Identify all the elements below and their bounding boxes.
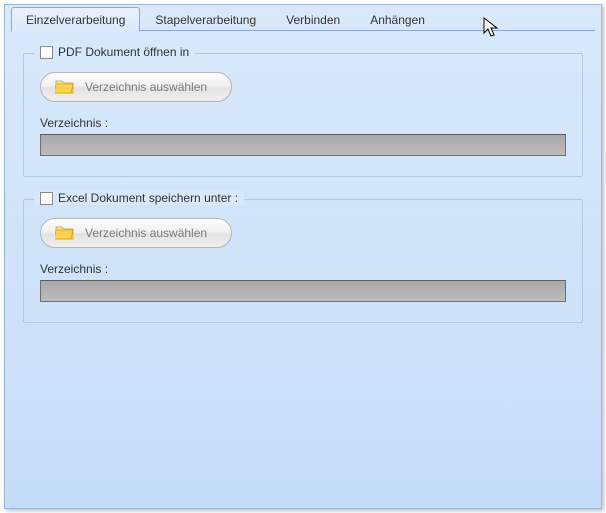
tab-single-processing[interactable]: Einzelverarbeitung: [11, 7, 140, 32]
pdf-dir-input[interactable]: [40, 134, 566, 156]
group-pdf-open-legend: PDF Dokument öffnen in: [34, 45, 195, 59]
main-panel: Einzelverarbeitung Stapelverarbeitung Ve…: [4, 4, 602, 509]
group-pdf-open-label: PDF Dokument öffnen in: [58, 45, 189, 59]
pdf-dir-label: Verzeichnis :: [40, 116, 566, 130]
group-excel-save-legend: Excel Dokument speichern unter :: [34, 191, 244, 205]
excel-dir-label: Verzeichnis :: [40, 262, 566, 276]
tab-bar: Einzelverarbeitung Stapelverarbeitung Ve…: [5, 5, 601, 31]
choose-dir-pdf-button[interactable]: Verzeichnis auswählen: [40, 72, 232, 102]
excel-dir-input[interactable]: [40, 280, 566, 302]
tab-connect[interactable]: Verbinden: [271, 7, 355, 31]
choose-dir-excel-button[interactable]: Verzeichnis auswählen: [40, 218, 232, 248]
tab-content: PDF Dokument öffnen in Verzeichnis auswä…: [5, 31, 601, 367]
group-pdf-open: PDF Dokument öffnen in Verzeichnis auswä…: [23, 53, 583, 177]
tab-attach[interactable]: Anhängen: [355, 7, 440, 31]
folder-icon: [55, 225, 75, 241]
checkbox-pdf-open[interactable]: [40, 46, 53, 59]
folder-icon: [55, 79, 75, 95]
group-excel-save: Excel Dokument speichern unter : Verzeic…: [23, 199, 583, 323]
tab-batch-processing[interactable]: Stapelverarbeitung: [140, 7, 271, 31]
checkbox-excel-save[interactable]: [40, 192, 53, 205]
choose-dir-excel-label: Verzeichnis auswählen: [85, 226, 207, 240]
choose-dir-pdf-label: Verzeichnis auswählen: [85, 80, 207, 94]
group-excel-save-label: Excel Dokument speichern unter :: [58, 191, 238, 205]
